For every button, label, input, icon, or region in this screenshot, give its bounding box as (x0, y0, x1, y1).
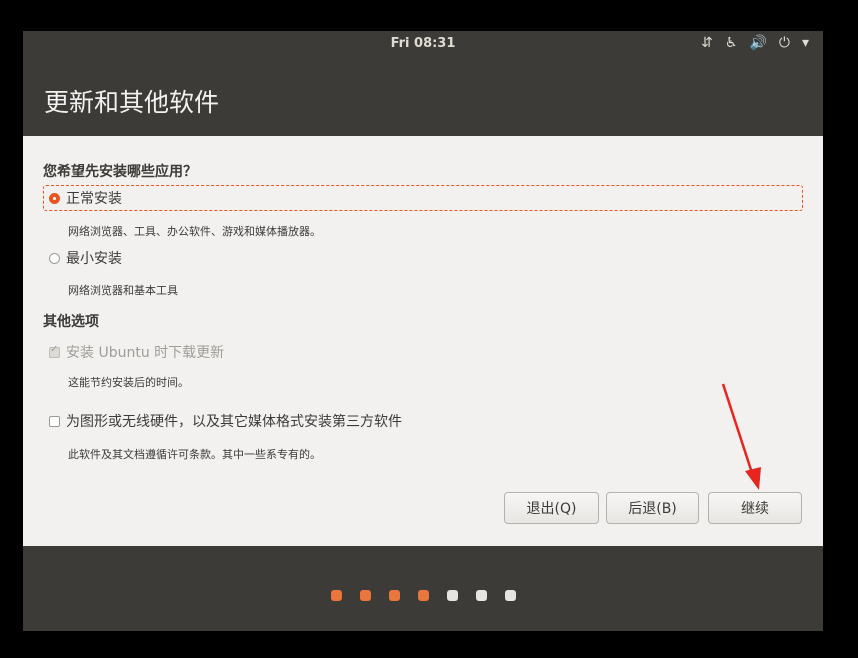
install-question: 您希望先安装哪些应用？ (43, 164, 197, 180)
system-tray[interactable]: ⇵ ♿ 🔊 ⏻ ▾ (701, 35, 809, 51)
other-options-heading: 其他选项 (43, 314, 99, 330)
step-dot (475, 590, 487, 601)
checkbox-checked-icon (49, 344, 60, 358)
page-title: 更新和其他软件 (44, 88, 220, 117)
step-dot (388, 590, 400, 601)
step-dot (417, 590, 429, 601)
minimal-install-label[interactable]: 最小安装 (66, 248, 122, 268)
step-dot (446, 590, 458, 601)
chevron-down-icon[interactable]: ▾ (802, 35, 809, 51)
quit-button[interactable]: 退出(Q) (504, 492, 599, 524)
download-updates-label: 安装 Ubuntu 时下载更新 (66, 345, 225, 361)
step-dot (330, 590, 342, 601)
download-updates-description: 这能节约安装后的时间。 (68, 376, 189, 389)
step-indicator (23, 590, 823, 601)
progress-footer (23, 546, 823, 631)
power-icon[interactable]: ⏻ (779, 35, 790, 51)
normal-install-option[interactable]: 正常安装 (49, 188, 122, 208)
radio-selected-icon[interactable] (49, 192, 60, 204)
step-dot (359, 590, 371, 601)
focus-outline (43, 185, 803, 211)
content-panel: 您希望先安装哪些应用？ 正常安装 网络浏览器、工具、办公软件、游戏和媒体播放器。… (23, 136, 823, 546)
radio-unselected-icon[interactable] (49, 252, 60, 264)
third-party-description: 此软件及其文档遵循许可条款。其中一些系专有的。 (68, 448, 321, 461)
step-dot (504, 590, 516, 601)
download-updates-option: 安装 Ubuntu 时下载更新 (49, 342, 224, 362)
volume-icon[interactable]: 🔊 (749, 35, 766, 51)
minimal-install-option[interactable]: 最小安装 (49, 248, 122, 268)
third-party-option[interactable]: 为图形或无线硬件，以及其它媒体格式安装第三方软件 (49, 411, 402, 431)
network-icon[interactable]: ⇵ (701, 35, 713, 51)
installer-window: Fri 08:31 ⇵ ♿ 🔊 ⏻ ▾ 更新和其他软件 您希望先安装哪些应用？ … (23, 31, 823, 631)
minimal-install-description: 网络浏览器和基本工具 (68, 284, 178, 297)
back-button[interactable]: 后退(B) (606, 492, 699, 524)
checkbox-icon[interactable] (49, 415, 60, 427)
third-party-label[interactable]: 为图形或无线硬件，以及其它媒体格式安装第三方软件 (66, 411, 402, 431)
page-header: 更新和其他软件 (23, 57, 823, 136)
continue-button[interactable]: 继续 (708, 492, 802, 524)
normal-install-label[interactable]: 正常安装 (66, 188, 122, 208)
top-bar: Fri 08:31 ⇵ ♿ 🔊 ⏻ ▾ (23, 31, 823, 57)
accessibility-icon[interactable]: ♿ (725, 35, 738, 51)
normal-install-description: 网络浏览器、工具、办公软件、游戏和媒体播放器。 (68, 225, 321, 238)
